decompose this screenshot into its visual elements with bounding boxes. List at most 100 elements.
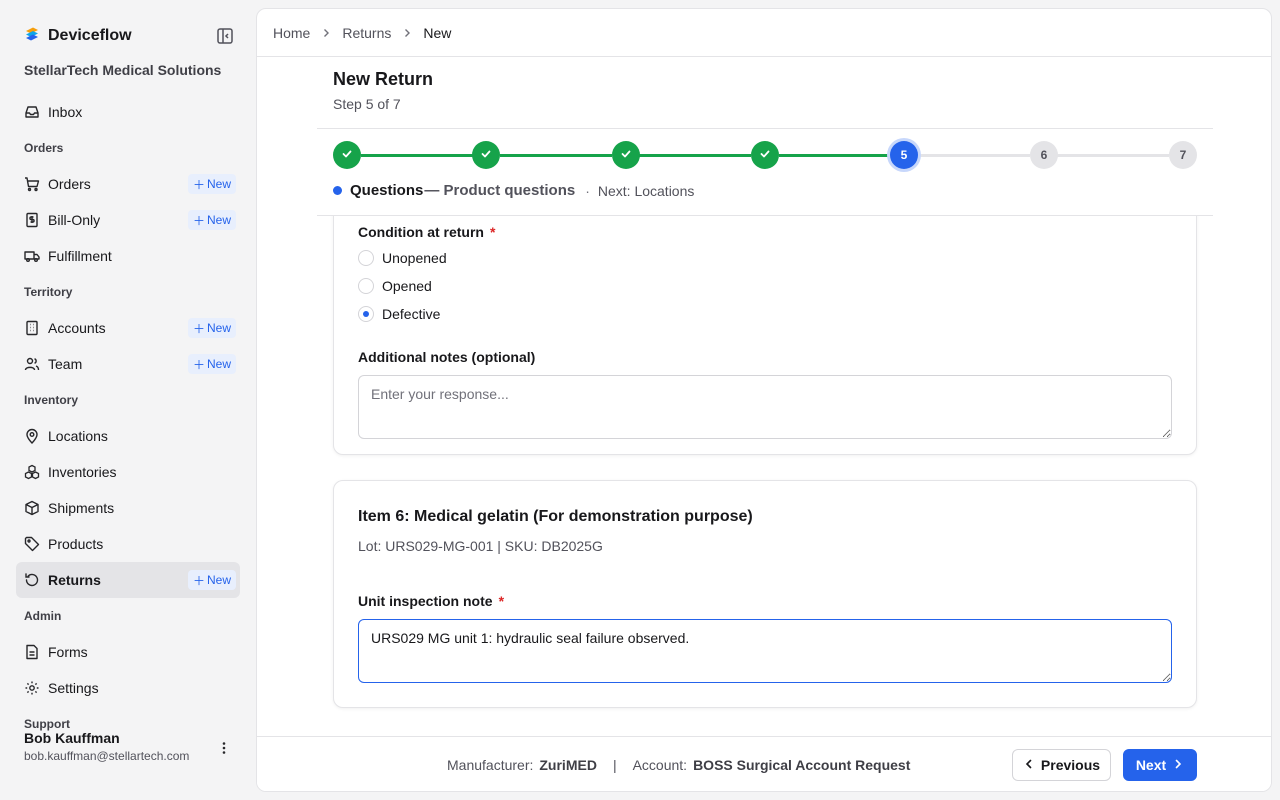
org-name: StellarTech Medical Solutions <box>24 62 222 78</box>
account-label: Account: <box>632 757 688 773</box>
section-label-admin: Admin <box>24 609 62 623</box>
sidebar-item-settings[interactable]: Settings <box>16 670 240 706</box>
breadcrumb-returns[interactable]: Returns <box>342 25 391 41</box>
new-returns-button[interactable]: ＋ New <box>187 570 236 590</box>
previous-button[interactable]: Previous <box>1012 749 1111 781</box>
boxes-icon <box>24 464 40 480</box>
sidebar-item-label: Returns <box>48 572 101 588</box>
divider <box>317 128 1213 129</box>
sidebar-item-products[interactable]: Products <box>16 526 240 562</box>
current-step-description: — Product questions <box>424 182 576 199</box>
step-counter: Step 5 of 7 <box>333 96 401 112</box>
next-button[interactable]: Next <box>1123 749 1197 781</box>
sidebar-collapse-icon[interactable] <box>216 27 234 45</box>
step-connector <box>1057 154 1169 157</box>
page-title: New Return <box>333 69 434 89</box>
required-mark: * <box>490 224 496 240</box>
sidebar-item-label: Products <box>48 536 104 552</box>
step-connector <box>639 154 751 157</box>
unit-inspection-note-field[interactable]: URS029 MG unit 1: hydraulic seal failure… <box>358 619 1172 683</box>
breadcrumb-current: New <box>423 24 452 41</box>
radio-opened[interactable]: Opened <box>358 278 432 294</box>
chevron-right-icon <box>401 27 413 39</box>
condition-label-text: Condition at return <box>358 224 484 240</box>
current-step-dot <box>333 186 342 195</box>
radio-circle-checked[interactable] <box>358 306 374 322</box>
sidebar-item-shipments[interactable]: Shipments <box>16 490 240 526</box>
account-value: BOSS Surgical Account Request <box>693 757 911 773</box>
sidebar-item-orders[interactable]: Orders ＋ New <box>16 166 240 202</box>
condition-label: Condition at return * <box>358 224 495 240</box>
chevron-right-icon <box>320 27 332 39</box>
step-5-current[interactable]: 5 <box>890 141 918 169</box>
more-vertical-icon[interactable] <box>216 740 232 756</box>
undo-history-icon <box>24 572 40 588</box>
inspection-note-label-text: Unit inspection note <box>358 593 493 609</box>
next-step-hint: Next: Locations <box>597 182 695 199</box>
new-label: New <box>206 177 231 191</box>
sidebar-item-inventories[interactable]: Inventories <box>16 454 240 490</box>
inspection-note-label: Unit inspection note * <box>358 593 504 609</box>
section-label-orders: Orders <box>24 141 64 155</box>
sidebar-item-forms[interactable]: Forms <box>16 634 240 670</box>
new-orders-button[interactable]: ＋ New <box>187 174 236 194</box>
step-2-complete[interactable] <box>472 141 500 169</box>
new-label: New <box>206 321 231 335</box>
user-email: bob.kauffman@stellartech.com <box>24 749 190 763</box>
section-label-inventory: Inventory <box>24 393 79 407</box>
previous-label: Previous <box>1040 757 1101 773</box>
sidebar-item-locations[interactable]: Locations <box>16 418 240 454</box>
building-icon <box>24 320 40 336</box>
radio-defective[interactable]: Defective <box>358 306 440 322</box>
users-icon <box>24 356 40 372</box>
plus-icon: ＋ <box>192 573 205 588</box>
inbox-icon <box>24 104 40 120</box>
radio-circle[interactable] <box>358 278 374 294</box>
additional-notes-field[interactable] <box>358 375 1172 439</box>
sidebar-item-inbox[interactable]: Inbox <box>16 94 240 130</box>
item-card: Item 6: Medical gelatin (For demonstrati… <box>333 480 1197 708</box>
sidebar-item-label: Fulfillment <box>48 248 112 264</box>
current-step-name: Questions <box>350 182 424 199</box>
sidebar-item-bill-only[interactable]: Bill-Only ＋ New <box>16 202 240 238</box>
step-4-complete[interactable] <box>751 141 779 169</box>
radio-circle[interactable] <box>358 250 374 266</box>
sidebar-item-label: Locations <box>48 428 108 444</box>
new-label: New <box>206 357 231 371</box>
user-profile[interactable]: Bob Kauffman bob.kauffman@stellartech.co… <box>24 730 189 763</box>
tag-icon <box>24 536 40 552</box>
new-label: New <box>206 573 231 587</box>
new-bill-only-button[interactable]: ＋ New <box>187 210 236 230</box>
gear-icon <box>24 680 40 696</box>
brand[interactable]: Deviceflow <box>24 26 132 45</box>
step-caption: Questions — Product questions · Next: Lo… <box>333 182 694 199</box>
plus-icon: ＋ <box>192 213 205 228</box>
sidebar-item-team[interactable]: Team ＋ New <box>16 346 240 382</box>
new-team-button[interactable]: ＋ New <box>187 354 236 374</box>
sidebar-item-accounts[interactable]: Accounts ＋ New <box>16 310 240 346</box>
sidebar-item-label: Orders <box>48 176 91 192</box>
file-text-icon <box>24 644 40 660</box>
next-label: Next <box>1135 757 1167 773</box>
radio-label: Defective <box>382 306 441 322</box>
sidebar-nav: Inbox Orders Orders ＋ New Bill-Only ＋ New … <box>16 94 240 742</box>
separator-dot: · <box>585 182 590 199</box>
notes-label: Additional notes (optional) <box>358 349 536 365</box>
new-accounts-button[interactable]: ＋ New <box>187 318 236 338</box>
cart-icon <box>24 176 40 192</box>
breadcrumb-home[interactable]: Home <box>273 25 310 41</box>
truck-icon <box>24 248 40 264</box>
sidebar-item-returns[interactable]: Returns ＋ New <box>16 562 240 598</box>
step-1-complete[interactable] <box>333 141 361 169</box>
stepper: 5 6 7 <box>333 141 1197 171</box>
radio-unopened[interactable]: Unopened <box>358 250 447 266</box>
item-title: Item 6: Medical gelatin (For demonstrati… <box>358 508 753 525</box>
step-connector <box>779 154 891 157</box>
step-6: 6 <box>1030 141 1058 169</box>
step-connector <box>918 154 1030 157</box>
sidebar-item-label: Inventories <box>48 464 117 480</box>
required-mark: * <box>498 593 505 609</box>
sidebar-item-fulfillment[interactable]: Fulfillment <box>16 238 240 274</box>
step-3-complete[interactable] <box>612 141 640 169</box>
section-label-territory: Territory <box>24 285 73 299</box>
